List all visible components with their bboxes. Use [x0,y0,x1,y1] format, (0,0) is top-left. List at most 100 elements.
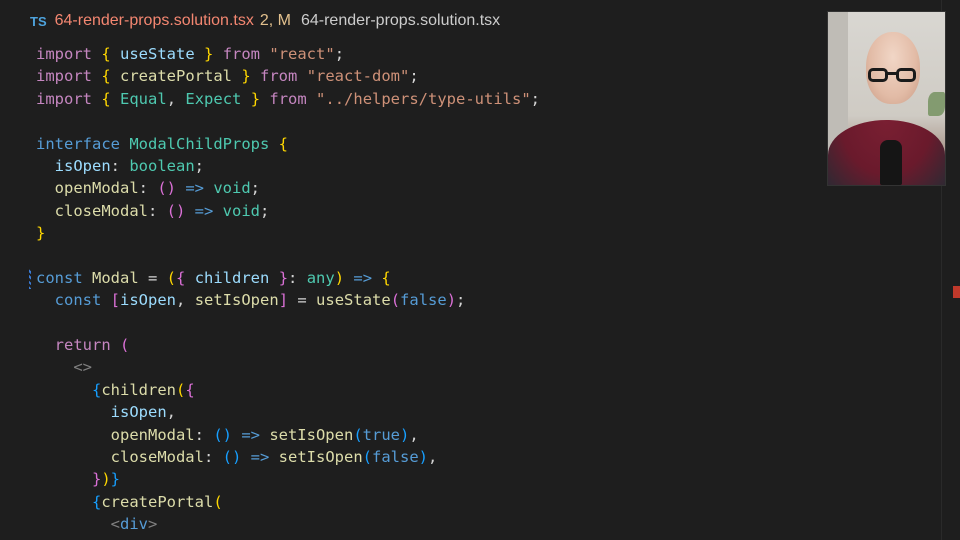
code-token: const [36,291,102,310]
code-token: ( [390,291,401,310]
code-line[interactable]: isOpen: boolean; [36,155,540,177]
code-token: : [138,179,158,198]
code-token: = [138,268,167,287]
code-token: , [409,425,419,444]
code-line[interactable]: <> [36,356,540,378]
code-token: ) [399,425,410,444]
code-token: : [110,156,130,175]
code-token: div [120,515,148,534]
code-token: ; [250,179,261,198]
code-token: ( [362,448,372,467]
code-token: openModal [36,425,195,444]
code-line[interactable]: openModal: () => void; [36,177,540,199]
typescript-file-icon: TS [30,13,47,29]
plant-icon [928,92,945,116]
code-token: ; [194,156,204,175]
code-token: ] [278,291,289,310]
code-token: ; [260,201,270,220]
code-token: () [157,179,176,198]
code-token: return [36,336,111,355]
code-token: setIsOpen [269,448,363,467]
code-line[interactable]: closeModal: () => setIsOpen(false), [36,446,540,468]
code-token: void [204,179,251,198]
code-token: { [278,134,288,153]
code-token: Equal [110,89,167,108]
code-line[interactable]: isOpen, [36,401,540,423]
code-line[interactable]: return ( [36,334,540,356]
code-line[interactable]: interface ModalChildProps { [36,133,540,155]
code-token: setIsOpen [259,425,354,444]
code-token: void [213,201,260,220]
code-line[interactable]: const Modal = ({ children }: any) => { [36,267,540,289]
code-token: ( [213,492,223,511]
code-token: "react" [269,45,335,63]
code-token: isOpen [36,403,167,422]
code-token: from [213,45,270,63]
code-token: => [185,201,214,220]
code-token: } [36,224,46,243]
code-line[interactable]: closeModal: () => void; [36,200,540,222]
code-token: const [36,268,83,287]
code-token: { [36,380,102,399]
code-token: { [101,45,111,63]
code-line[interactable]: import { createPortal } from "react-dom"… [36,65,540,87]
code-token: { [185,380,195,399]
code-token: import [36,67,92,86]
code-line[interactable]: } [36,222,540,244]
code-line[interactable]: })} [36,468,540,490]
presenter-webcam [827,11,946,186]
active-tab-file-name[interactable]: 64-render-props.solution.tsx [55,12,254,30]
code-editor[interactable]: import { useState } from "react"; import … [0,43,940,540]
code-token: () [166,201,186,220]
code-token: false [400,291,447,310]
code-token: "../helpers/type-utils" [316,89,531,108]
code-token: > [148,515,158,534]
code-token: : [194,425,214,444]
code-token: from [250,67,307,86]
code-line[interactable]: {createPortal( [36,491,540,513]
code-token: useState [316,291,391,310]
code-token: interface [36,134,120,153]
scrollbar-error-marker [953,286,960,298]
code-token: true [362,425,400,444]
code-token: ; [334,45,345,63]
code-token: => [231,425,260,444]
code-token: ) [418,448,429,467]
code-token: < [36,515,120,534]
code-token: ModalChildProps [120,134,279,153]
code-token: ( [175,380,186,399]
glasses-icon [868,68,920,84]
code-lines[interactable]: import { useState } from "react"; import … [36,43,540,536]
code-line[interactable] [36,110,540,132]
code-token: ) [334,268,345,287]
code-line[interactable] [36,245,540,267]
code-token: { [176,268,186,287]
code-token: ( [166,268,177,287]
code-token: createPortal [101,492,214,511]
code-line[interactable]: {children({ [36,379,540,401]
code-token: boolean [129,156,195,175]
code-token: "react-dom" [306,67,410,86]
code-line[interactable]: openModal: () => setIsOpen(true), [36,424,540,446]
code-token: closeModal [36,201,148,220]
code-token: : [203,448,223,467]
code-line[interactable]: <div> [36,513,540,535]
code-token: } [204,45,214,63]
code-token: any [306,268,335,287]
breadcrumb-file-name[interactable]: 64-render-props.solution.tsx [301,12,500,30]
code-token: <> [36,358,92,377]
code-token: () [213,425,232,444]
code-line[interactable]: import { Equal, Expect } from "../helper… [36,88,540,110]
code-token: isOpen [120,291,177,310]
code-token: Modal [82,268,139,287]
code-line[interactable] [36,312,540,334]
code-token: children [185,268,279,287]
code-line[interactable]: import { useState } from "react"; [36,43,540,65]
code-token: } [110,470,121,489]
code-line[interactable]: const [isOpen, setIsOpen] = useState(fal… [36,289,540,311]
folding-guide-marker [29,269,31,289]
code-token: { [36,492,102,511]
code-token: Expect [176,89,251,108]
